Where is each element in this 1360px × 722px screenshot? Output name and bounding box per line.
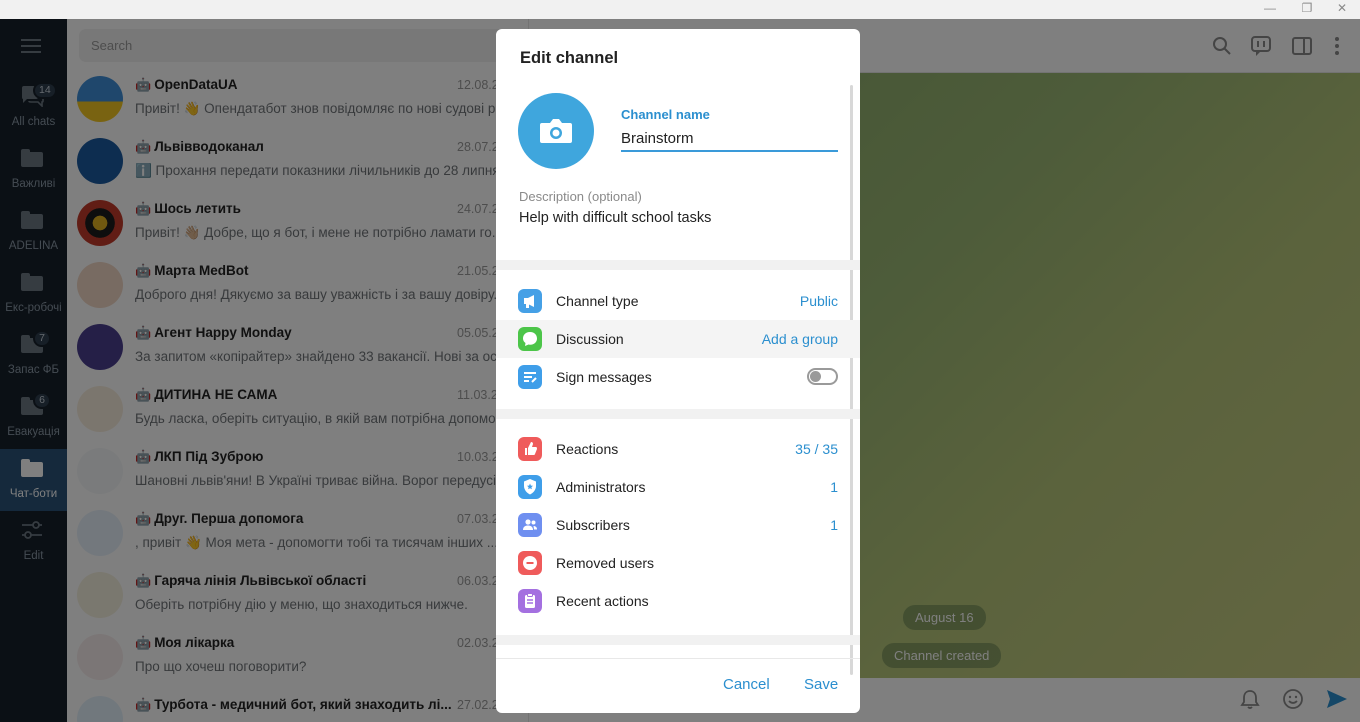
thumbs-up-icon bbox=[518, 437, 542, 461]
save-button[interactable]: Save bbox=[804, 676, 838, 693]
row-value: 1 bbox=[830, 517, 838, 533]
settings-row-administrators[interactable]: Administrators 1 bbox=[496, 468, 860, 506]
footer-divider bbox=[496, 658, 860, 659]
cancel-button[interactable]: Cancel bbox=[723, 676, 770, 693]
settings-row-discussion[interactable]: Discussion Add a group bbox=[496, 320, 860, 358]
settings-row-subscribers[interactable]: Subscribers 1 bbox=[496, 506, 860, 544]
row-value: 1 bbox=[830, 479, 838, 495]
settings-row-channel-type[interactable]: Channel type Public bbox=[496, 282, 860, 320]
channel-name-input[interactable] bbox=[621, 126, 838, 152]
close-window-button[interactable]: ✕ bbox=[1324, 0, 1360, 19]
settings-row-reactions[interactable]: Reactions 35 / 35 bbox=[496, 430, 860, 468]
megaphone-icon bbox=[518, 289, 542, 313]
row-label: Recent actions bbox=[556, 593, 649, 609]
row-value: Add a group bbox=[761, 331, 838, 347]
edit-channel-dialog: Edit channel Channel name Description (o… bbox=[496, 29, 860, 713]
settings-row-sign-messages[interactable]: Sign messages bbox=[496, 358, 860, 396]
section-divider bbox=[496, 260, 860, 270]
sign-messages-toggle[interactable] bbox=[807, 368, 838, 385]
section-divider bbox=[496, 409, 860, 419]
minimize-button[interactable]: — bbox=[1252, 0, 1288, 19]
shield-star-icon bbox=[518, 475, 542, 499]
window-title-bar: — ❐ ✕ bbox=[0, 0, 1360, 19]
row-value: 35 / 35 bbox=[795, 441, 838, 457]
settings-row-removed-users[interactable]: Removed users bbox=[496, 544, 860, 582]
section-divider bbox=[496, 635, 860, 645]
minus-circle-icon bbox=[518, 551, 542, 575]
row-label: Removed users bbox=[556, 555, 655, 571]
chat-bubble-icon bbox=[518, 327, 542, 351]
settings-row-recent-actions[interactable]: Recent actions bbox=[496, 582, 860, 620]
signature-icon bbox=[518, 365, 542, 389]
channel-photo-button[interactable] bbox=[518, 93, 594, 169]
row-label: Channel type bbox=[556, 293, 639, 309]
description-input[interactable]: Help with difficult school tasks bbox=[519, 210, 711, 226]
row-label: Subscribers bbox=[556, 517, 630, 533]
row-label: Discussion bbox=[556, 331, 624, 347]
restore-button[interactable]: ❐ bbox=[1289, 0, 1325, 19]
description-label: Description (optional) bbox=[519, 189, 642, 204]
people-icon bbox=[518, 513, 542, 537]
dialog-title: Edit channel bbox=[520, 49, 619, 67]
row-label: Administrators bbox=[556, 479, 646, 495]
clipboard-icon bbox=[518, 589, 542, 613]
row-value: Public bbox=[799, 293, 838, 309]
row-label: Sign messages bbox=[556, 369, 652, 385]
row-label: Reactions bbox=[556, 441, 619, 457]
camera-icon bbox=[540, 119, 572, 143]
channel-name-label: Channel name bbox=[621, 107, 710, 122]
